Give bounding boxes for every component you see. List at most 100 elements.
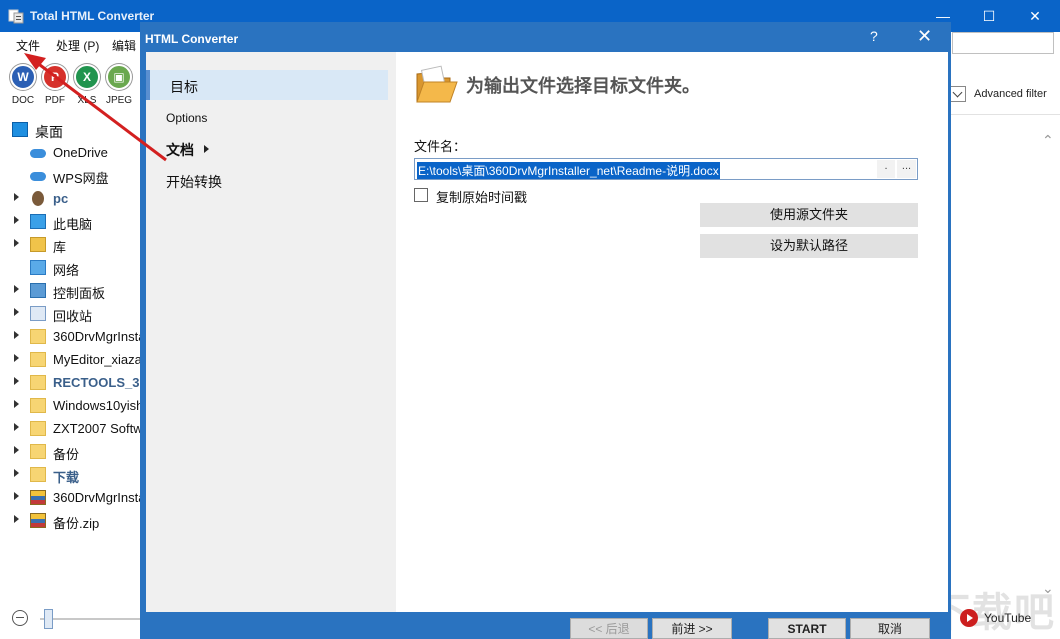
tree-item-label: 控制面板 [53,286,106,301]
chevron-right-icon[interactable] [14,469,19,477]
use-source-folder-button[interactable]: 使用源文件夹 [700,203,918,227]
image-icon: ▣ [106,64,132,90]
tree-item-label: 备份.zip [53,516,100,531]
desktop-icon [12,122,28,137]
tree-item[interactable]: MyEditor_xiaza [0,349,140,371]
dot-button[interactable]: . [877,160,895,178]
menu-edit[interactable]: 编辑 [112,37,136,54]
dialog-titlebar[interactable]: HTML Converter ? ✕ [140,22,951,52]
zoom-slider-track[interactable] [40,618,140,620]
chevron-down-icon[interactable] [950,86,966,102]
tree-item[interactable]: 控制面板 [0,280,140,302]
chevron-right-icon[interactable] [14,354,19,362]
next-button[interactable]: 前进 >> [652,618,732,639]
user-icon [32,191,44,206]
format-label: JPEG [105,95,133,106]
chevron-right-icon [204,145,209,153]
nav-item-start-convert[interactable]: 开始转换 [146,165,388,195]
tree-item[interactable]: pc [0,188,140,210]
chevron-right-icon[interactable] [14,446,19,454]
chevron-right-icon[interactable] [14,285,19,293]
tree-item[interactable]: OneDrive [0,142,140,164]
chevron-right-icon[interactable] [14,515,19,523]
browse-button[interactable]: ... [897,160,916,178]
advanced-filter[interactable]: Advanced filter [946,84,1060,106]
computer-icon [30,214,46,229]
tree-item[interactable]: 备份.zip [0,510,140,532]
zoom-slider-thumb[interactable] [44,609,53,629]
chevron-right-icon[interactable] [14,239,19,247]
tree-item-label: 此电脑 [53,217,93,232]
tree-item[interactable]: Windows10yish [0,395,140,417]
tree-item[interactable]: ZXT2007 Softw [0,418,140,440]
nav-item-options[interactable]: Options [146,103,388,133]
open-folder-icon [416,65,458,103]
converter-dialog: HTML Converter ? ✕ 目标 Options 文档 开始转换 为输… [140,22,951,639]
filename-input[interactable]: E:\tools\桌面\360DrvMgrInstaller_net\Readm… [414,158,918,180]
pdf-icon: P [42,64,68,90]
copy-timestamp-label[interactable]: 复制原始时间戳 [436,187,527,206]
format-xls-button[interactable]: X XLS [71,64,103,106]
chevron-right-icon[interactable] [14,400,19,408]
close-button[interactable]: ✕ [1012,0,1058,32]
nav-item-label: 目标 [170,79,198,95]
chevron-right-icon[interactable] [14,216,19,224]
recycle-bin-icon [30,306,46,321]
tree-item[interactable]: 桌面 [0,119,140,141]
tree-item-label: 库 [53,240,67,255]
chevron-right-icon[interactable] [14,193,19,201]
nav-item-target[interactable]: 目标 [146,70,388,100]
help-button[interactable]: ? [870,28,878,44]
zoom-out-icon[interactable] [12,610,28,626]
format-pdf-button[interactable]: P PDF [39,64,71,106]
chevron-right-icon[interactable] [14,423,19,431]
tree-item[interactable]: 回收站 [0,303,140,325]
filename-label: 文件名： [414,139,467,154]
tree-item[interactable]: 此电脑 [0,211,140,233]
cancel-button[interactable]: 取消 [850,618,930,639]
tree-item-label: WPS网盘 [53,171,109,186]
archive-icon [30,490,46,505]
chevron-right-icon[interactable] [14,331,19,339]
scroll-up-icon[interactable]: ⌃ [1042,132,1054,149]
start-button[interactable]: START [768,618,846,639]
app-title: Total HTML Converter [30,9,155,23]
nav-item-document[interactable]: 文档 [146,133,388,163]
tree-item[interactable]: 下载 [0,464,140,486]
chevron-right-icon[interactable] [14,308,19,316]
youtube-button[interactable]: YouTube [958,606,1038,628]
menu-file[interactable]: 文件 [16,37,40,54]
network-icon [30,260,46,275]
folder-icon [30,352,46,367]
app-icon [8,9,24,24]
search-input[interactable] [952,32,1054,54]
folder-icon [30,329,46,344]
tree-item-label: OneDrive [53,145,108,160]
tree-item[interactable]: RECTOOLS_30 [0,372,140,394]
chevron-right-icon[interactable] [14,492,19,500]
folder-icon [30,398,46,413]
maximize-button[interactable]: ☐ [966,0,1012,32]
tree-item[interactable]: WPS网盘 [0,165,140,187]
tree-item[interactable]: 360DrvMgrInsta [0,487,140,509]
cloud-icon [30,149,46,158]
chevron-right-icon[interactable] [14,377,19,385]
back-button[interactable]: << 后退 [570,618,648,639]
format-doc-button[interactable]: W DOC [7,64,39,106]
tree-item[interactable]: 库 [0,234,140,256]
dialog-close-button[interactable]: ✕ [917,26,932,47]
tree-item[interactable]: 备份 [0,441,140,463]
set-default-path-button[interactable]: 设为默认路径 [700,234,918,258]
divider [950,114,1060,115]
copy-timestamp-checkbox[interactable] [414,188,428,202]
format-jpeg-button[interactable]: ▣ JPEG [103,64,135,106]
tree-item-label: Windows10yish [53,398,140,413]
filename-value: E:\tools\桌面\360DrvMgrInstaller_net\Readm… [417,162,720,179]
tree-item[interactable]: 网络 [0,257,140,279]
tree-item-label: MyEditor_xiaza [53,352,140,367]
menu-process[interactable]: 处理 (P) [56,37,99,54]
menubar: 文件 处理 (P) 编辑 [0,32,140,56]
control-panel-icon [30,283,46,298]
tree-item[interactable]: 360DrvMgrInsta [0,326,140,348]
folder-icon [30,421,46,436]
